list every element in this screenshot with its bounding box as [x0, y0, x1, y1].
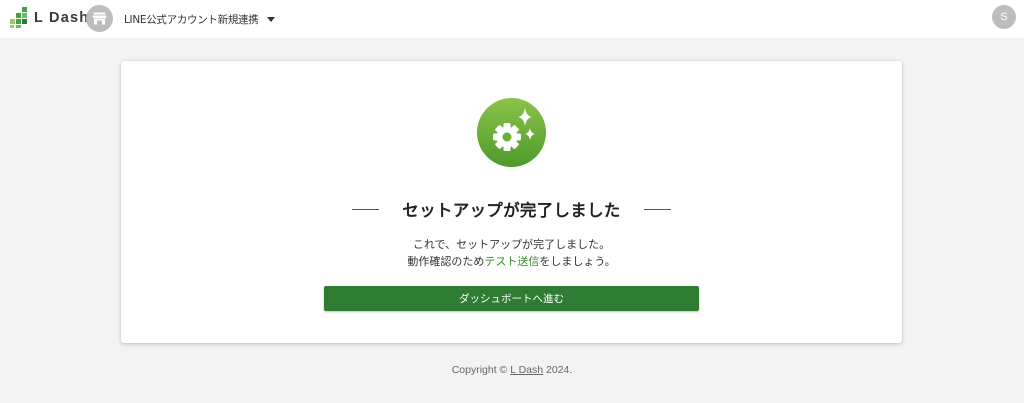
title-row: セットアップが完了しました — [121, 196, 902, 222]
shop-avatar[interactable] — [86, 5, 113, 32]
ldash-logo[interactable]: L Dash — [9, 7, 89, 29]
description-line-2-suffix: をしましょう。 — [539, 255, 616, 268]
page-title: セットアップが完了しました — [402, 201, 621, 220]
logo-dots-icon — [10, 7, 27, 28]
copyright-suffix: 2024. — [543, 364, 573, 376]
description-line-2: 動作確認のためテスト送信をしましょう。 — [121, 253, 902, 270]
account-selector[interactable]: LINE公式アカウント新規連携 — [124, 9, 276, 29]
logo-text: L Dash — [34, 10, 90, 26]
copyright-prefix: Copyright © — [451, 364, 511, 376]
setup-complete-card: セットアップが完了しました これで、セットアップが完了しました。 動作確認のため… — [121, 61, 902, 343]
title-divider-right — [643, 208, 671, 210]
caret-down-icon — [267, 16, 276, 22]
footer: Copyright © L Dash 2024. — [0, 364, 1024, 376]
description: これで、セットアップが完了しました。 動作確認のためテスト送信をしましょう。 — [121, 236, 902, 270]
description-line-1: これで、セットアップが完了しました。 — [412, 238, 611, 251]
description-line-2-prefix: 動作確認のため — [407, 255, 485, 268]
gear-sparkle-icon — [477, 98, 546, 167]
account-name: LINE公式アカウント新規連携 — [124, 13, 259, 26]
top-header: L Dash LINE公式アカウント新規連携 S — [0, 0, 1024, 38]
test-send-link[interactable]: テスト送信 — [484, 255, 539, 268]
title-divider-left — [352, 208, 380, 210]
user-avatar[interactable]: S — [992, 5, 1016, 29]
storefront-icon — [92, 12, 107, 25]
go-to-dashboard-button[interactable]: ダッシュボートへ進む — [324, 286, 699, 311]
footer-brand-link[interactable]: L Dash — [510, 364, 543, 376]
